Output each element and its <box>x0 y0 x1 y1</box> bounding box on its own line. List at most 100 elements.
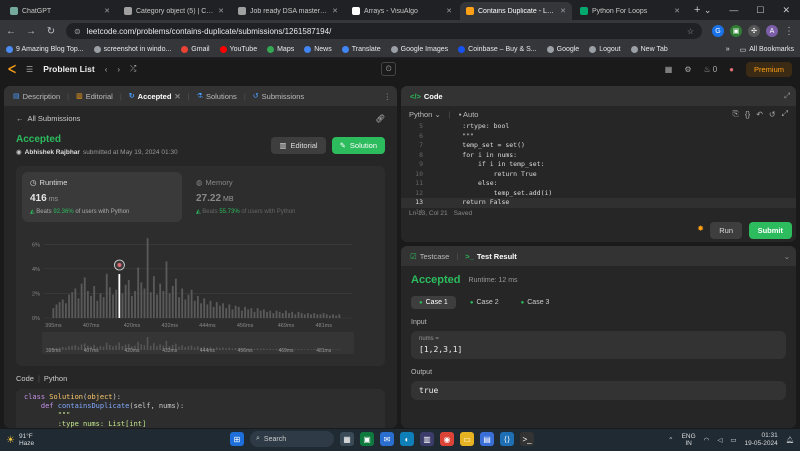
battery-icon[interactable]: ▭ <box>730 436 736 444</box>
bookmark-item[interactable]: YouTube <box>219 46 257 53</box>
vscode-app-icon[interactable]: ⟨⟩ <box>500 432 514 446</box>
tab-submissions[interactable]: ↺ Submissions <box>250 92 307 101</box>
cmd-app-icon[interactable]: >_ <box>520 432 534 446</box>
user-avatar[interactable]: ● <box>729 65 734 74</box>
language-select[interactable]: Python ⌄ <box>409 110 441 119</box>
mail-app-icon[interactable]: ✉ <box>380 432 394 446</box>
fullscreen-icon[interactable]: ⤢ <box>782 109 788 119</box>
close-tab-icon[interactable]: ✕ <box>174 92 180 101</box>
close-window-icon[interactable]: ✕ <box>782 5 790 16</box>
all-bookmarks-folder[interactable]: ▭ All Bookmarks <box>740 46 794 54</box>
case-tab[interactable]: ● Case 1 <box>411 296 456 309</box>
layout-icon[interactable]: ▦ <box>665 65 673 74</box>
volume-icon[interactable]: ◁ <box>717 436 722 444</box>
extension-icon[interactable]: ▣ <box>730 25 742 37</box>
browser-tab[interactable]: Category object (5) | Chang ✕ <box>118 2 230 20</box>
browser-tab[interactable]: Job ready DSA mastery co ✕ <box>232 2 344 20</box>
wifi-icon[interactable]: ◠ <box>704 436 710 444</box>
leetcode-logo-icon[interactable]: ᐸ <box>8 63 16 76</box>
tab-description[interactable]: ▤ Description <box>10 92 63 101</box>
bookmark-item[interactable]: Coinbase – Buy & S... <box>458 46 537 53</box>
tab-testcase[interactable]: ☑ Testcase <box>407 252 452 261</box>
close-tab-icon[interactable]: ✕ <box>560 7 566 15</box>
bookmark-item[interactable]: screenshot in windo... <box>93 46 171 53</box>
streak-counter[interactable]: ♨ 0 <box>704 65 718 74</box>
forward-icon[interactable]: → <box>26 26 36 37</box>
extensions-puzzle-icon[interactable]: ✣ <box>748 25 760 37</box>
close-tab-icon[interactable]: ✕ <box>332 7 338 15</box>
auto-mode[interactable]: ▪ Auto <box>459 110 479 119</box>
collapse-panel-icon[interactable]: ⌄ <box>784 252 790 261</box>
tab-code[interactable]: </> Code <box>407 92 446 101</box>
edge-browser-icon[interactable]: ◐ <box>400 432 414 446</box>
close-tab-icon[interactable]: ✕ <box>674 7 680 15</box>
tray-chevron-icon[interactable]: ⌃ <box>668 436 673 444</box>
bookmark-item[interactable]: Logout <box>589 46 621 53</box>
close-tab-icon[interactable]: ✕ <box>104 7 110 15</box>
case-tab[interactable]: ● Case 2 <box>462 296 507 309</box>
bookmark-item[interactable]: News <box>304 46 332 53</box>
site-info-icon[interactable]: ⊜ <box>74 27 81 36</box>
braces-icon[interactable]: {} <box>745 110 750 119</box>
runtime-distribution-chart[interactable]: 6% 4% 2% 0% 395ms 407ms 420ms 432ms 444ms 456ms 46… <box>22 226 358 358</box>
more-bookmarks-icon[interactable]: » <box>726 46 730 53</box>
bookmark-item[interactable]: Maps <box>267 46 294 53</box>
tab-solutions[interactable]: ⚗ Solutions <box>194 92 240 101</box>
shuffle-icon[interactable]: ⤮ <box>130 64 136 74</box>
browser-tab[interactable]: Python For Loops ✕ <box>574 2 686 20</box>
panel-menu-icon[interactable]: ⋮ <box>384 92 392 101</box>
reset-icon[interactable]: ↺ <box>769 110 776 119</box>
tab-editorial[interactable]: ▥ Editorial <box>73 92 116 101</box>
case-tab[interactable]: ● Case 3 <box>513 296 558 309</box>
browser-menu-icon[interactable]: ⋮ <box>784 26 794 37</box>
solution-button[interactable]: ✎ Solution <box>331 136 385 154</box>
weather-widget[interactable]: ☀ 91°F Haze <box>6 433 34 447</box>
maximize-icon[interactable]: ☐ <box>756 5 764 16</box>
file-explorer-icon[interactable]: ▭ <box>460 432 474 446</box>
tab-search-icon[interactable]: ⌄ <box>704 5 712 16</box>
premium-button[interactable]: Premium <box>745 61 792 77</box>
language-indicator[interactable]: ENG IN <box>682 433 696 447</box>
browser-tab[interactable]: Arrays - VisuAlgo ✕ <box>346 2 458 20</box>
chrome-browser-icon[interactable]: ◉ <box>440 432 454 446</box>
debugger-icon[interactable]: ✸ <box>697 224 704 233</box>
notification-bell-icon[interactable]: 🔔︎ <box>786 436 794 444</box>
editorial-button[interactable]: ▥ Editorial <box>271 136 326 154</box>
back-icon[interactable]: ← <box>6 26 16 37</box>
share-link-icon[interactable]: 🔗︎ <box>375 114 385 123</box>
prev-problem-icon[interactable]: ‹ <box>105 65 108 74</box>
close-tab-icon[interactable]: ✕ <box>218 7 224 15</box>
store-app-icon[interactable]: ▥ <box>420 432 434 446</box>
undo-icon[interactable]: ↶ <box>756 110 763 119</box>
notepad-app-icon[interactable]: ▤ <box>480 432 494 446</box>
bookmark-item[interactable]: New Tab <box>630 46 668 53</box>
clock[interactable]: 01:31 19-05-2024 <box>744 432 777 448</box>
profile-avatar[interactable]: A <box>766 25 778 37</box>
browser-tab[interactable]: Contains Duplicate - Leet ✕ <box>460 2 572 20</box>
bookmark-item[interactable]: Translate <box>341 46 381 53</box>
author-name[interactable]: Abhishek Rajbhar <box>25 149 80 156</box>
browser-tab[interactable]: ChatGPT ✕ <box>4 2 116 20</box>
taskbar-search[interactable]: ⌕ Search <box>250 431 334 447</box>
tab-test-result[interactable]: >_ Test Result <box>462 252 519 261</box>
submit-button[interactable]: Submit <box>748 222 792 239</box>
bookmark-item[interactable]: 9 Amazing Blog Top... <box>6 46 84 53</box>
memory-card[interactable]: ◍ Memory 27.22 MB ◭ Beats 55.73% of users … <box>188 172 348 222</box>
minimize-icon[interactable]: — <box>729 5 738 15</box>
google-lens-icon[interactable]: G <box>712 25 724 37</box>
close-tab-icon[interactable]: ✕ <box>446 7 452 15</box>
terminal-app-icon[interactable]: ▣ <box>360 432 374 446</box>
maximize-panel-icon[interactable]: ⤢ <box>784 91 790 101</box>
runtime-card[interactable]: ◷ Runtime 416 ms ◭ Beats 92.36% of users w… <box>22 172 182 222</box>
code-editor[interactable]: 5 :rtype: bool 6 """ 7 temp_set = set() 8 f… <box>401 122 796 216</box>
all-submissions-link[interactable]: ← All Submissions 🔗︎ <box>16 110 385 126</box>
settings-gear-icon[interactable]: ⚙ <box>684 65 691 74</box>
url-bar[interactable]: ⊜ leetcode.com/problems/contains-duplica… <box>66 23 702 39</box>
problem-list-link[interactable]: Problem List <box>43 64 94 74</box>
next-problem-icon[interactable]: › <box>117 65 120 74</box>
run-button[interactable]: Run <box>710 222 742 239</box>
bookmark-item[interactable]: Google Images <box>390 46 448 53</box>
bookmark-item[interactable]: Google <box>546 46 579 53</box>
tab-accepted[interactable]: ↻ Accepted ✕ <box>126 92 184 101</box>
submitted-code-preview[interactable]: class Solution(object): def containsDupl… <box>16 389 385 428</box>
